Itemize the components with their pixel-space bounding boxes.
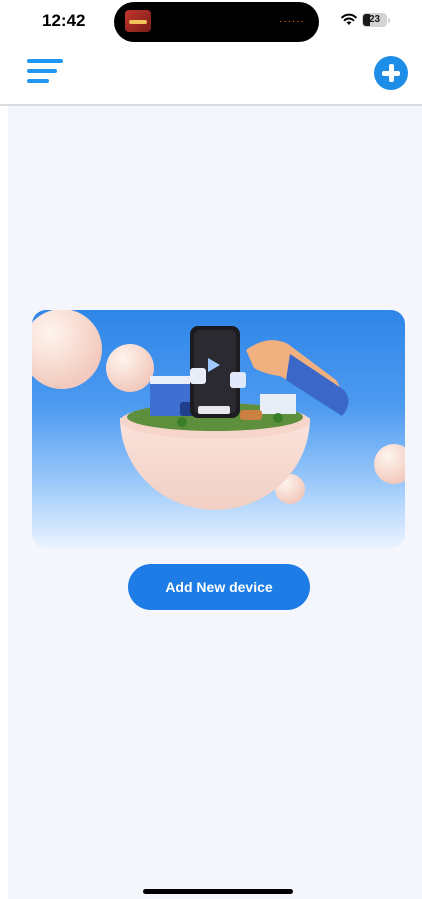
dynamic-island: ······ (114, 2, 319, 42)
battery-percent: 23 (368, 14, 381, 25)
status-time: 12:42 (42, 11, 86, 30)
add-new-device-button[interactable]: Add New device (128, 564, 310, 610)
hero-illustration (32, 310, 405, 548)
wifi-icon (341, 13, 357, 25)
live-activity-thumbnail (125, 10, 151, 32)
home-indicator[interactable] (143, 889, 293, 894)
island-indicator: ······ (279, 16, 305, 27)
smart-home-illustration (32, 310, 405, 510)
battery-cap (388, 18, 390, 23)
hamburger-menu-icon[interactable] (27, 59, 63, 83)
status-bar: 12:42 ······ 23 (0, 0, 422, 46)
app-bar (0, 46, 422, 106)
battery-icon: 23 (362, 13, 387, 27)
plus-circle-icon[interactable] (374, 56, 408, 90)
main-content: Add New device (8, 106, 422, 899)
